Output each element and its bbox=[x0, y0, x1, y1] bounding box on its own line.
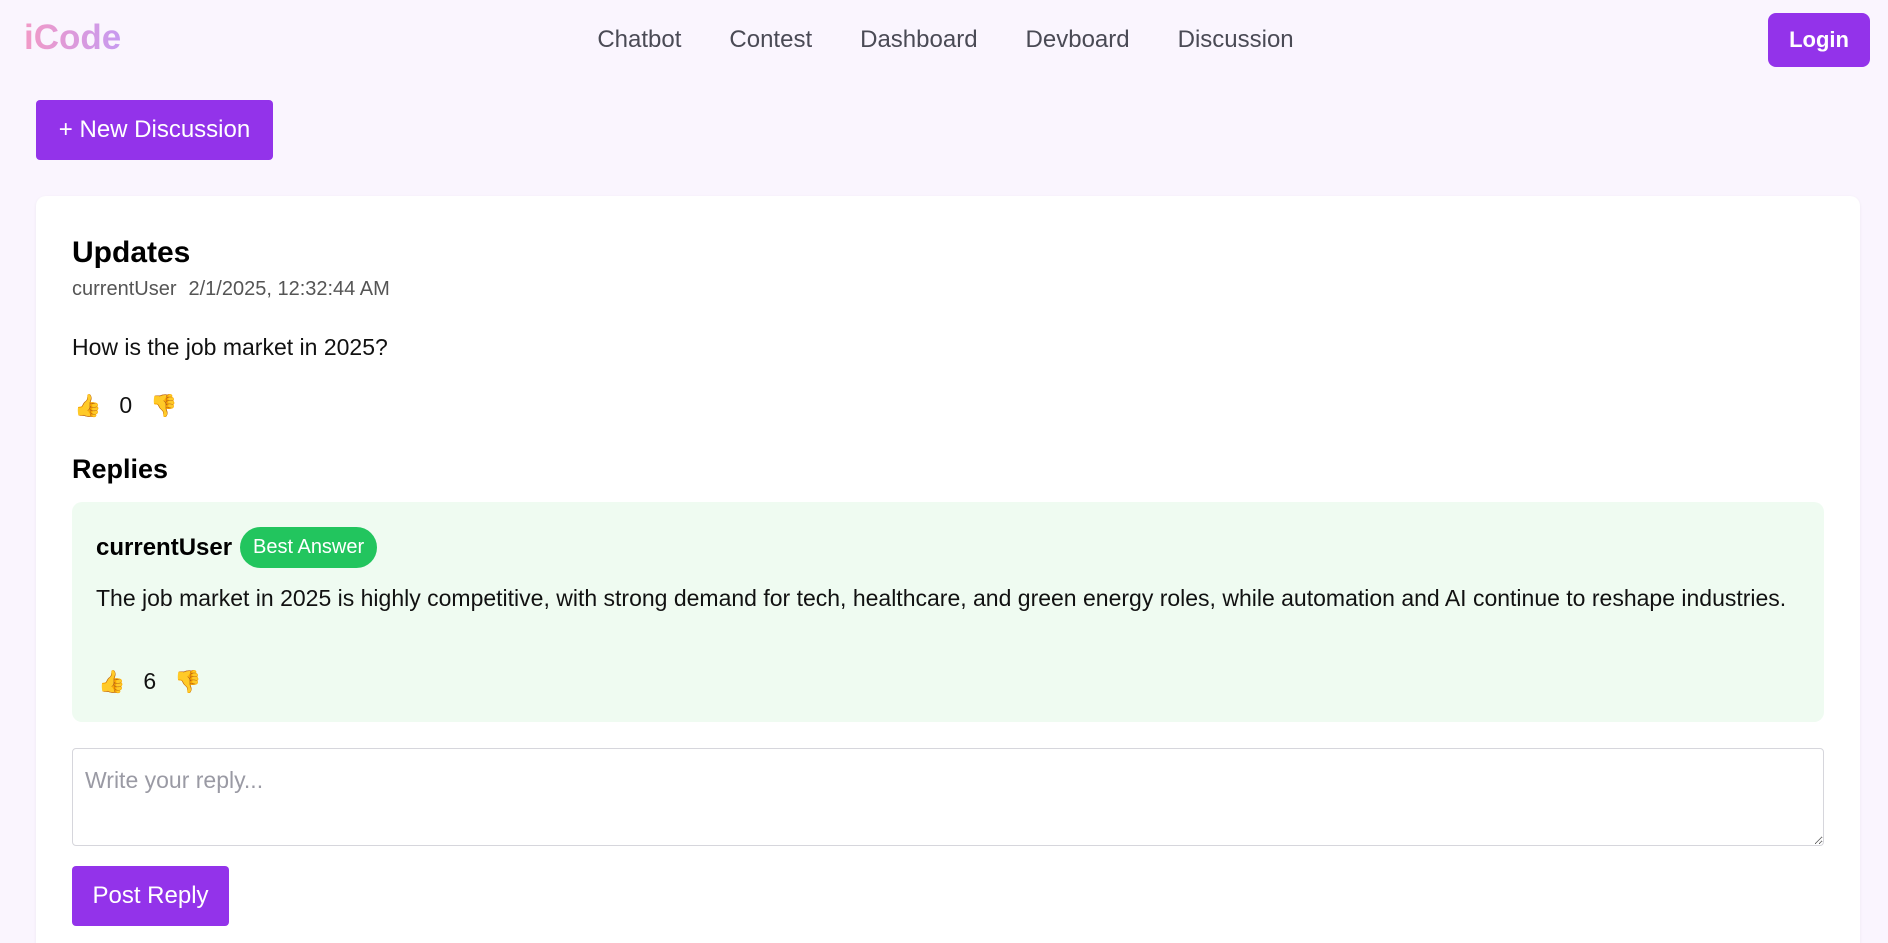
post-meta: currentUser 2/1/2025, 12:32:44 AM bbox=[72, 278, 390, 301]
nav-item-devboard[interactable]: Devboard bbox=[1026, 26, 1130, 54]
nav-item-discussion[interactable]: Discussion bbox=[1178, 26, 1294, 54]
post-vote-row: 👍 0 👎 bbox=[74, 392, 178, 419]
nav-item-dashboard[interactable]: Dashboard bbox=[860, 26, 977, 54]
thumbs-down-icon[interactable]: 👎 bbox=[150, 394, 177, 417]
reply-vote-row: 👍 6 👎 bbox=[98, 668, 202, 695]
reply-body: The job market in 2025 is highly competi… bbox=[96, 585, 1787, 611]
nav-item-chatbot[interactable]: Chatbot bbox=[597, 26, 681, 54]
replies-heading: Replies bbox=[72, 454, 169, 484]
main-nav: Chatbot Contest Dashboard Devboard Discu… bbox=[0, 26, 1888, 54]
post-reply-button[interactable]: Post Reply bbox=[72, 866, 229, 926]
reply-vote-count: 6 bbox=[143, 668, 157, 694]
reply-textarea[interactable] bbox=[72, 748, 1824, 846]
post-vote-count: 0 bbox=[119, 392, 133, 418]
reply-author: currentUser bbox=[96, 534, 233, 561]
discussion-card: Updates currentUser 2/1/2025, 12:32:44 A… bbox=[36, 196, 1860, 943]
new-discussion-button[interactable]: + New Discussion bbox=[36, 100, 273, 160]
nav-item-contest[interactable]: Contest bbox=[729, 26, 812, 54]
thumbs-up-icon[interactable]: 👍 bbox=[98, 670, 125, 693]
thumbs-down-icon[interactable]: 👎 bbox=[174, 670, 201, 693]
reply-item: currentUser Best Answer The job market i… bbox=[72, 502, 1824, 722]
login-button[interactable]: Login bbox=[1768, 13, 1870, 67]
thumbs-up-icon[interactable]: 👍 bbox=[74, 394, 101, 417]
post-body: How is the job market in 2025? bbox=[72, 334, 388, 360]
best-answer-badge: Best Answer bbox=[240, 527, 378, 568]
post-title: Updates bbox=[72, 236, 191, 269]
post-timestamp: 2/1/2025, 12:32:44 AM bbox=[188, 278, 390, 300]
post-author: currentUser bbox=[72, 278, 177, 300]
